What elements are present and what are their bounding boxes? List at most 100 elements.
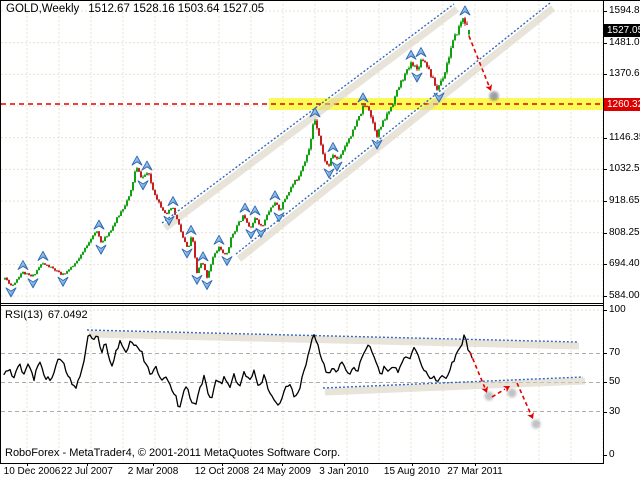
rsi-tick-label: 0 [609, 449, 615, 461]
candle-body [350, 137, 352, 139]
trendline-upper-shadow [89, 334, 579, 346]
candle-body [252, 223, 254, 228]
candle-body [44, 263, 46, 264]
candle-body [292, 184, 294, 187]
candle-body [46, 265, 48, 266]
chart-ohlc-values: 1512.67 1528.16 1503.64 1527.05 [88, 3, 264, 15]
date-tick-label: 2 Mar 2008 [121, 466, 185, 478]
candle-body [374, 123, 376, 131]
price-tick-label: 1146.35 [609, 132, 640, 144]
candle-body [444, 72, 446, 78]
main-chart-pane[interactable] [1, 0, 603, 303]
candle-body [146, 173, 148, 175]
candle-body [160, 202, 162, 207]
forecast-arrow-shaft [517, 383, 531, 414]
candle-body [416, 66, 418, 70]
candle-body [38, 267, 40, 270]
price-tick-label: 1032.50 [609, 163, 640, 175]
candle-body [384, 119, 386, 120]
candle-body [18, 277, 20, 279]
price-tick-label: 694.40 [609, 258, 640, 270]
candle-body [132, 182, 134, 190]
candlestick-canvas[interactable] [1, 0, 603, 303]
candle-body [410, 62, 412, 68]
candle-body [348, 139, 350, 143]
candle-body [460, 22, 462, 26]
candle-body [434, 78, 436, 86]
candle-body [164, 210, 166, 213]
candle-body [4, 278, 6, 279]
candle-body [456, 34, 458, 35]
price-scale-axis[interactable]: 1594.851481.001370.601146.351032.50918.6… [603, 0, 640, 463]
candle-body [76, 261, 78, 264]
candle-body [24, 272, 26, 274]
fractal-up-icon [250, 206, 260, 215]
candle-body [50, 267, 52, 268]
candle-body [212, 257, 214, 264]
fractal-down-icon [138, 181, 148, 190]
candle-body [322, 145, 324, 154]
candle-body [12, 285, 14, 286]
candle-body [192, 238, 194, 242]
candle-body [148, 173, 150, 174]
candle-body [184, 238, 186, 242]
candle-body [78, 258, 80, 260]
candle-body [436, 86, 438, 90]
candle-body [346, 143, 348, 147]
candle-body [104, 237, 106, 241]
candle-body [8, 280, 10, 284]
candle-body [236, 226, 238, 232]
candle-body [398, 87, 400, 90]
rsi-title: RSI(13)67.0492 [5, 309, 88, 321]
candle-body [308, 149, 310, 155]
date-tick-label: 27 Mar 2011 [443, 466, 507, 478]
candle-body [182, 232, 184, 238]
candle-body [300, 171, 302, 176]
rsi-indicator-pane[interactable] [1, 306, 603, 463]
candle-body [438, 85, 440, 89]
candle-body [82, 252, 84, 255]
candle-body [318, 128, 320, 136]
candle-body [152, 183, 154, 190]
fractal-up-icon [94, 220, 104, 229]
date-tick-label: 22 Jul 2007 [55, 466, 119, 478]
candle-body [334, 155, 336, 157]
candle-body [114, 223, 116, 226]
price-tick-label: 1370.60 [609, 68, 640, 80]
candle-body [42, 263, 44, 264]
candle-body [366, 106, 368, 107]
candle-body [230, 238, 232, 248]
candle-body [232, 234, 234, 238]
time-scale-axis[interactable]: 10 Dec 200622 Jul 20072 Mar 200812 Oct 2… [0, 463, 640, 480]
axis-tickmark [603, 382, 607, 383]
candle-body [80, 255, 82, 259]
candle-body [404, 74, 406, 80]
date-tick-label: 24 May 2009 [250, 466, 314, 478]
candle-body [466, 24, 468, 25]
candle-body [156, 195, 158, 199]
window-top-border [0, 0, 640, 1]
axis-tickmark [603, 310, 607, 311]
candle-body [448, 58, 450, 64]
fractal-down-icon [324, 169, 334, 178]
candle-body [304, 161, 306, 165]
candle-body [196, 258, 198, 273]
date-tick-label: 15 Aug 2010 [380, 466, 444, 478]
candle-body [220, 247, 222, 250]
candle-body [218, 247, 220, 251]
candle-body [174, 208, 176, 215]
fractal-down-icon [202, 281, 212, 290]
candle-body [326, 161, 328, 164]
rsi-indicator-name: RSI(13) [5, 309, 43, 321]
candle-body [96, 231, 98, 233]
candle-body [364, 106, 366, 107]
candle-body [58, 271, 60, 272]
candle-body [40, 264, 42, 267]
shadow-dot [531, 419, 540, 428]
rsi-canvas[interactable] [1, 306, 603, 463]
candle-body [88, 242, 90, 245]
candle-body [324, 154, 326, 161]
candle-body [406, 69, 408, 73]
candle-body [244, 215, 246, 218]
candle-body [256, 218, 258, 220]
